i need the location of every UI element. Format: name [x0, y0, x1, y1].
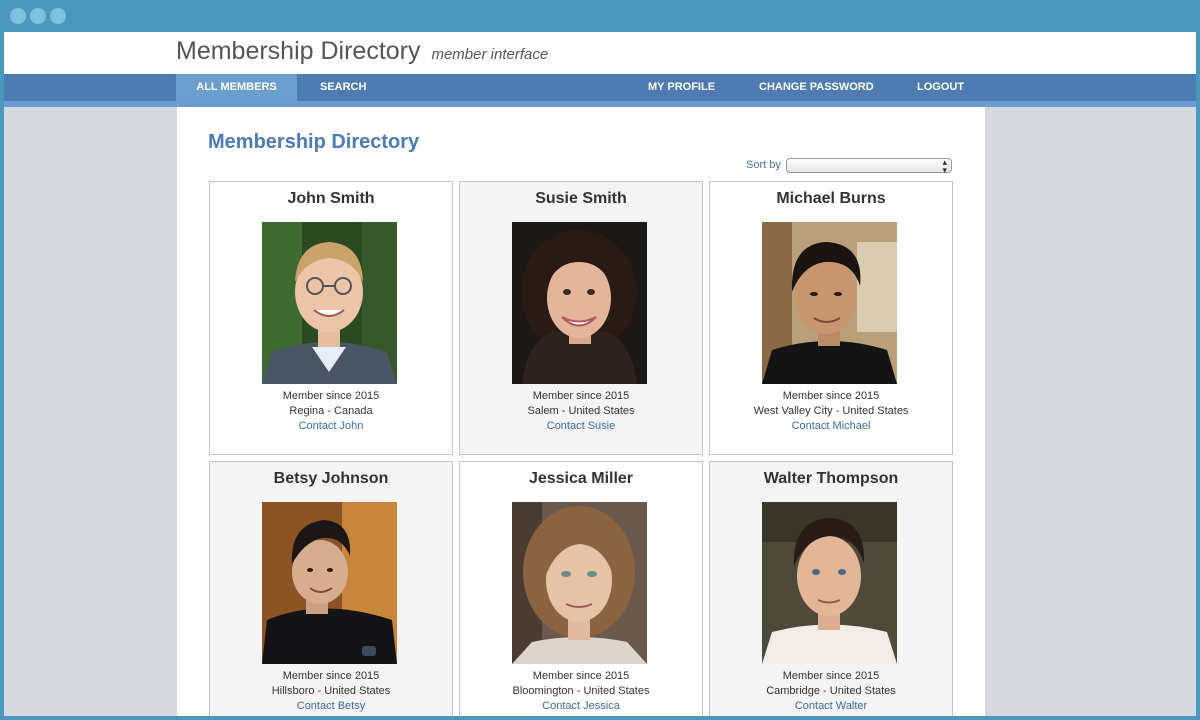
- member-name[interactable]: Betsy Johnson: [210, 470, 452, 488]
- site-header: Membership Directory member interface: [4, 32, 1196, 74]
- site-title-text: Membership Directory: [176, 37, 421, 65]
- sort-select[interactable]: ▴ ▾: [786, 157, 952, 175]
- member-photo-image: [512, 502, 647, 664]
- member-name[interactable]: Susie Smith: [460, 190, 702, 208]
- nav-change-password[interactable]: CHANGE PASSWORD: [759, 74, 874, 101]
- select-arrows-icon: ▴ ▾: [942, 157, 947, 175]
- contact-link[interactable]: Contact Michael: [710, 420, 952, 432]
- member-card: Michael Burns Member since 2015 West Val…: [709, 181, 953, 455]
- nav-logout[interactable]: LOGOUT: [917, 74, 964, 101]
- browser-viewport: Membership Directory member interface AL…: [4, 32, 1196, 716]
- close-window-dot[interactable]: [10, 8, 26, 24]
- sort-label: Sort by: [746, 159, 781, 171]
- member-name[interactable]: Jessica Miller: [460, 470, 702, 488]
- page-title: Membership Directory: [208, 131, 420, 153]
- member-location: Regina - Canada: [289, 405, 373, 417]
- member-photo-image: [262, 222, 397, 384]
- nav-my-profile[interactable]: MY PROFILE: [648, 74, 715, 101]
- nav-search[interactable]: SEARCH: [320, 74, 366, 101]
- contact-link[interactable]: Contact John: [210, 420, 452, 432]
- member-since: Member since 2015: [282, 670, 380, 682]
- content-panel: Membership Directory Sort by ▴ ▾ John Smi…: [177, 107, 985, 716]
- member-photo-image: [762, 502, 897, 664]
- window-titlebar: [0, 0, 1200, 32]
- member-photo[interactable]: [512, 222, 647, 384]
- member-since: Member since 2015: [532, 390, 630, 402]
- member-photo-image: [512, 222, 647, 384]
- site-subtitle: member interface: [431, 46, 549, 63]
- member-location: West Valley City - United States: [753, 405, 909, 417]
- member-location: Bloomington - United States: [512, 685, 650, 697]
- member-since: Member since 2015: [282, 390, 380, 402]
- member-location: Cambridge - United States: [766, 685, 896, 697]
- member-since: Member since 2015: [532, 670, 630, 682]
- member-name[interactable]: Walter Thompson: [710, 470, 952, 488]
- main-nav: ALL MEMBERS SEARCH MY PROFILE CHANGE PAS…: [4, 74, 1196, 101]
- member-since: Member since 2015: [782, 670, 880, 682]
- contact-link[interactable]: Contact Jessica: [460, 700, 702, 712]
- member-card: Jessica Miller Member since 2015 Bloomin…: [459, 461, 703, 716]
- member-photo[interactable]: [262, 222, 397, 384]
- member-photo-image: [262, 502, 397, 664]
- member-name[interactable]: Michael Burns: [710, 190, 952, 208]
- member-card: Susie Smith Member since 2015 Salem - Un…: [459, 181, 703, 455]
- member-since: Member since 2015: [782, 390, 880, 402]
- member-photo[interactable]: [762, 502, 897, 664]
- member-card: John Smith Member since 2015 Regina - Ca…: [209, 181, 453, 455]
- contact-link[interactable]: Contact Susie: [460, 420, 702, 432]
- maximize-window-dot[interactable]: [50, 8, 66, 24]
- member-photo[interactable]: [762, 222, 897, 384]
- nav-all-members[interactable]: ALL MEMBERS: [176, 74, 297, 101]
- member-location: Salem - United States: [527, 405, 635, 417]
- member-location: Hillsboro - United States: [271, 685, 391, 697]
- member-card: Walter Thompson Member since 2015 Cambri…: [709, 461, 953, 716]
- member-photo[interactable]: [512, 502, 647, 664]
- member-card: Betsy Johnson Member since 2015 Hillsbor…: [209, 461, 453, 716]
- contact-link[interactable]: Contact Betsy: [210, 700, 452, 712]
- member-name[interactable]: John Smith: [210, 190, 452, 208]
- minimize-window-dot[interactable]: [30, 8, 46, 24]
- contact-link[interactable]: Contact Walter: [710, 700, 952, 712]
- member-photo[interactable]: [262, 502, 397, 664]
- member-photo-image: [762, 222, 897, 384]
- site-title: Membership Directory member interface: [176, 37, 548, 66]
